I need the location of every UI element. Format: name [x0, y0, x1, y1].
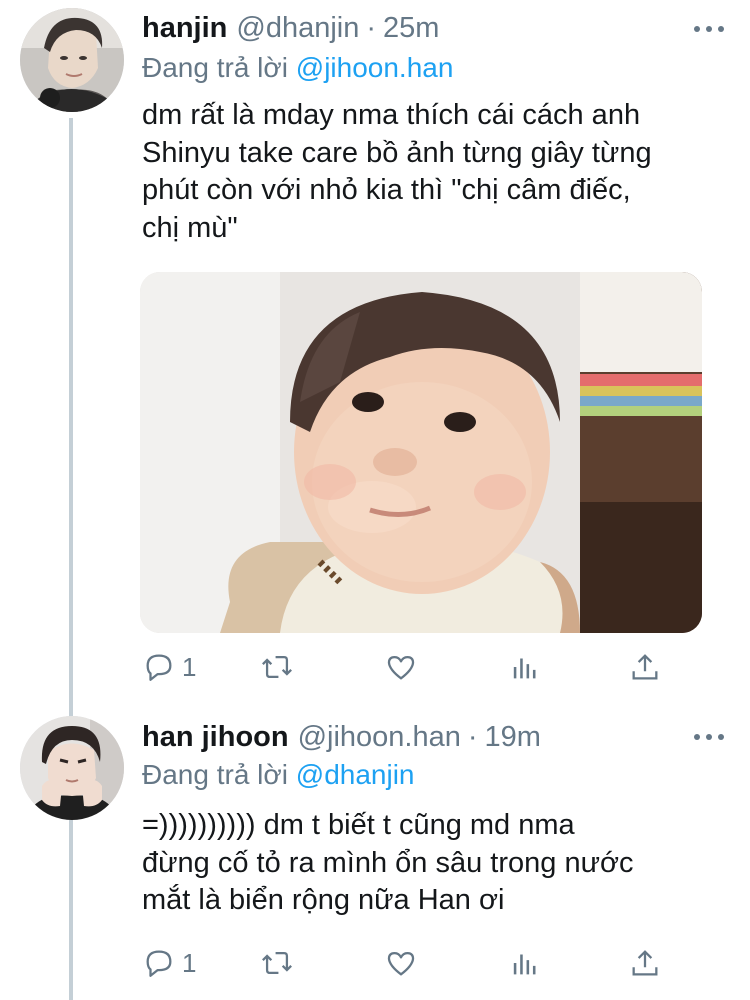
- user-handle[interactable]: @dhanjin: [236, 12, 359, 45]
- heart-icon: [387, 951, 415, 976]
- replying-to: Đang trả lời @jihoon.han: [142, 52, 453, 84]
- tweet-photo[interactable]: [140, 272, 702, 633]
- retweet-button[interactable]: [260, 647, 300, 687]
- share-button[interactable]: [628, 647, 662, 687]
- tweet-text: =)))))))))) dm t biết t cũng md nma đừng…: [142, 809, 634, 916]
- analytics-icon: [513, 658, 536, 679]
- reply-icon: [146, 950, 172, 977]
- share-icon: [632, 654, 658, 680]
- retweet-button[interactable]: [260, 943, 300, 983]
- reply-button[interactable]: 1: [142, 943, 196, 983]
- retweet-icon: [262, 655, 292, 679]
- analytics-button[interactable]: [508, 943, 542, 983]
- tweet-header: han jihoon @jihoon.han · 19m: [142, 717, 541, 757]
- tweet-header: hanjin @dhanjin · 25m: [142, 8, 439, 48]
- more-icon[interactable]: [694, 14, 724, 44]
- share-icon: [632, 950, 658, 976]
- tweet-actions: 1: [142, 647, 682, 687]
- like-button[interactable]: [384, 943, 424, 983]
- avatar-image: [20, 716, 124, 820]
- user-handle[interactable]: @jihoon.han: [298, 721, 461, 754]
- tweet[interactable]: han jihoon @jihoon.han · 19m Đang trả lờ…: [0, 700, 750, 1000]
- like-button[interactable]: [384, 647, 424, 687]
- tweet-actions: 1: [142, 943, 682, 983]
- more-icon[interactable]: [694, 722, 724, 752]
- avatar[interactable]: [20, 716, 124, 820]
- timestamp[interactable]: 19m: [485, 721, 541, 754]
- mention-link[interactable]: @jihoon.han: [296, 52, 454, 83]
- mention-link[interactable]: @dhanjin: [296, 759, 415, 790]
- reply-count: 1: [182, 947, 197, 978]
- avatar-image: [20, 8, 124, 112]
- reply-icon: [146, 654, 172, 681]
- heart-icon: [387, 655, 415, 680]
- tweet-text: dm rất là mday nma thích cái cách anh Sh…: [142, 99, 652, 244]
- retweet-icon: [262, 951, 292, 975]
- analytics-button[interactable]: [508, 647, 542, 687]
- share-button[interactable]: [628, 943, 662, 983]
- separator: ·: [467, 720, 478, 753]
- tweet[interactable]: hanjin @dhanjin · 25m Đang trả lời @jiho…: [0, 0, 750, 700]
- replying-to-label: Đang trả lời: [142, 759, 288, 790]
- display-name[interactable]: hanjin: [142, 12, 227, 45]
- replying-to: Đang trả lời @dhanjin: [142, 759, 415, 791]
- avatar[interactable]: [20, 8, 124, 112]
- baby-photo: [140, 272, 702, 633]
- replying-to-label: Đang trả lời: [142, 52, 288, 83]
- reply-button[interactable]: 1: [142, 647, 196, 687]
- separator: ·: [366, 11, 377, 44]
- reply-count: 1: [182, 651, 197, 682]
- timestamp[interactable]: 25m: [383, 12, 439, 45]
- display-name[interactable]: han jihoon: [142, 721, 289, 754]
- analytics-icon: [513, 954, 536, 975]
